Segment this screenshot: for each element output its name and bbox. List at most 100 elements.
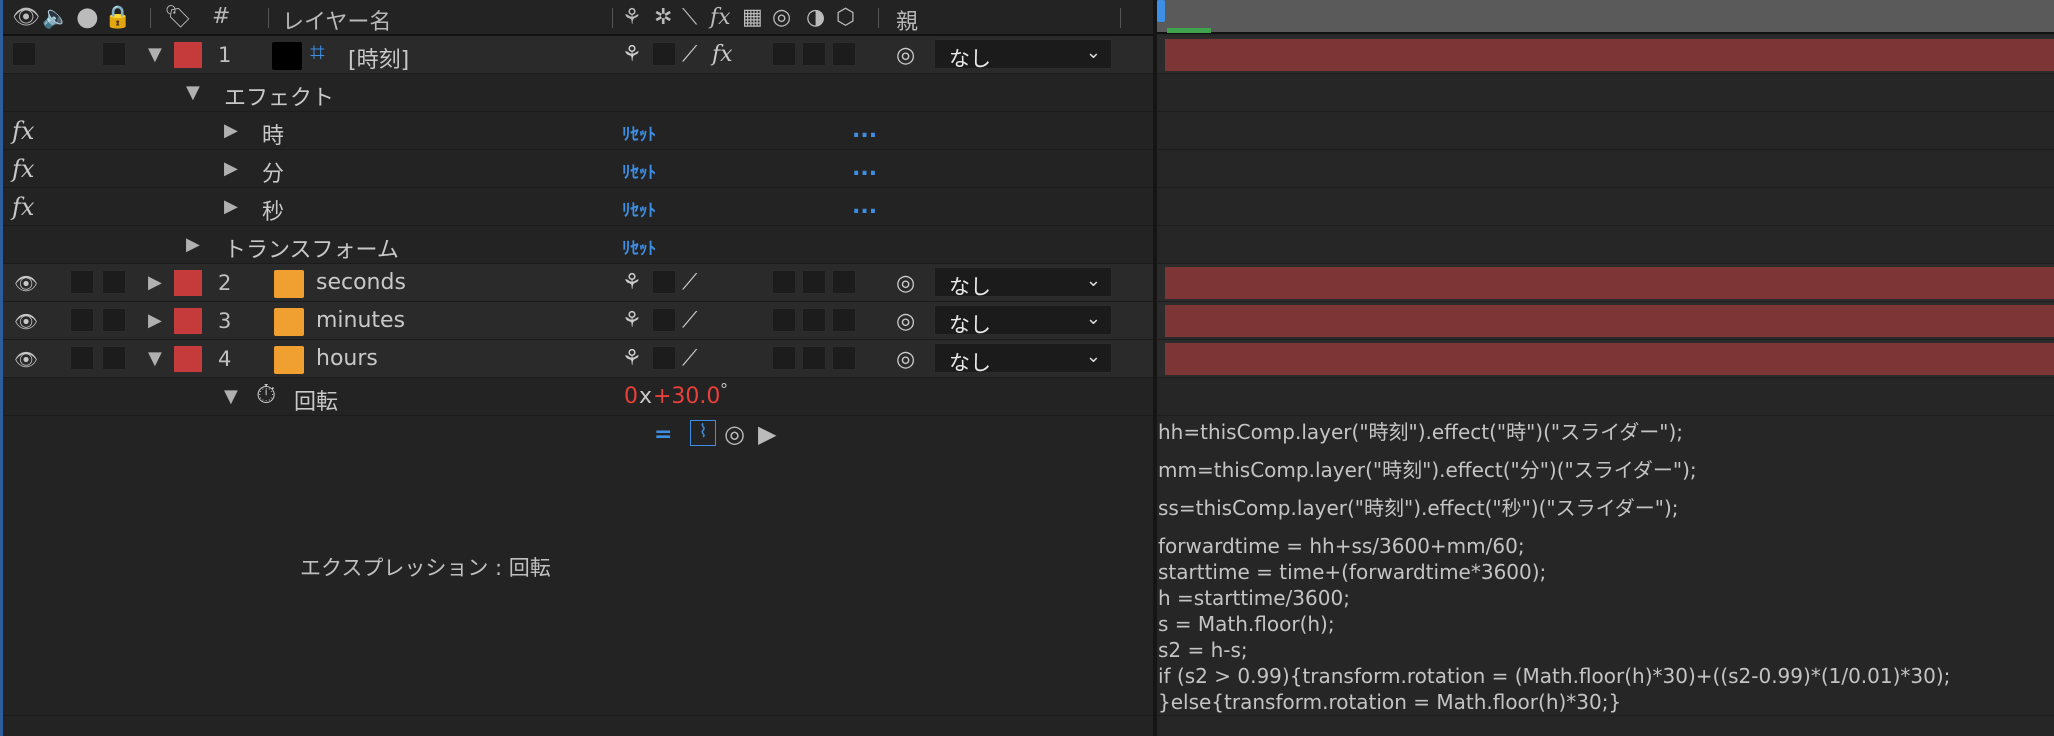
lock-toggle[interactable] [102, 270, 126, 294]
lock-icon[interactable]: 🔒 [104, 5, 131, 30]
pickwhip-icon[interactable]: ◎ [896, 271, 915, 296]
visibility-toggle[interactable] [12, 42, 36, 66]
collapse-switch[interactable] [652, 270, 676, 294]
eye-icon[interactable]: 👁 [12, 5, 40, 30]
3d-switch[interactable] [832, 270, 856, 294]
reset-link[interactable]: ﾘｾｯﾄ [622, 120, 656, 145]
more-link[interactable]: ... [852, 194, 877, 219]
parent-select[interactable]: なし ⌄ [934, 39, 1112, 71]
expression-line[interactable]: }else{transform.rotation = Math.floor(h)… [1158, 689, 1621, 715]
collapse-switch[interactable] [652, 346, 676, 370]
3d-switch[interactable] [832, 346, 856, 370]
reset-link[interactable]: ﾘｾｯﾄ [622, 158, 656, 183]
shy-switch[interactable]: ⚘ [622, 42, 642, 67]
expression-line[interactable]: if (s2 > 0.99){transform.rotation = (Mat… [1158, 663, 1950, 689]
graph-editor-icon[interactable]: ⌇ [690, 420, 716, 446]
layer-row-2[interactable]: 👁 ▶ 2 seconds ⚘ ⟋ ◎ なし ⌄ [0, 264, 1153, 302]
collapse-triangle-icon[interactable]: ▶ [224, 196, 238, 217]
adjustment-layer-icon[interactable]: ◑ [806, 5, 825, 30]
fx-icon[interactable]: fx [710, 5, 731, 30]
layer-bar[interactable] [1165, 267, 2054, 299]
collapse-triangle-icon[interactable]: ▶ [224, 120, 238, 141]
solo-icon[interactable]: ● [76, 2, 99, 32]
expand-triangle-icon[interactable]: ▼ [148, 44, 162, 65]
time-ruler[interactable] [1157, 0, 2054, 34]
audio-icon[interactable]: 🔈 [42, 5, 69, 30]
pickwhip-icon[interactable]: ◎ [896, 309, 915, 334]
solo-toggle[interactable] [70, 346, 94, 370]
layer-name[interactable]: hours [316, 346, 378, 371]
layer-row-1[interactable]: ▼ 1 ⌗ [時刻] ⚘ ⟋ fx ◎ なし ⌄ [0, 36, 1153, 74]
expression-line[interactable]: ss=thisComp.layer("時刻").effect("秒")("スライ… [1158, 495, 1679, 521]
quality-switch[interactable]: ⟋ [682, 42, 697, 67]
expand-triangle-icon[interactable]: ▼ [186, 82, 200, 103]
reset-link[interactable]: ﾘｾｯﾄ [622, 234, 656, 259]
quality-switch[interactable]: ⟋ [682, 270, 697, 295]
expression-line[interactable]: hh=thisComp.layer("時刻").effect("時")("スライ… [1158, 419, 1683, 445]
expression-line[interactable]: h =starttime/3600; [1158, 585, 1350, 611]
motion-blur-switch[interactable] [772, 270, 796, 294]
layer-row-3[interactable]: 👁 ▶ 3 minutes ⚘ ⟋ ◎ なし ⌄ [0, 302, 1153, 340]
effect-row[interactable]: fx ▶ 分 ﾘｾｯﾄ ... [0, 150, 1153, 188]
expand-triangle-icon[interactable]: ▼ [148, 348, 162, 369]
quality-switch[interactable]: ⟋ [682, 308, 697, 333]
fx-icon[interactable]: fx [12, 155, 34, 183]
collapse-triangle-icon[interactable]: ▶ [224, 158, 238, 179]
more-link[interactable]: ... [852, 118, 877, 143]
label-color[interactable] [174, 346, 202, 372]
collapse-triangle-icon[interactable]: ▶ [148, 310, 162, 331]
parent-select[interactable]: なし ⌄ [934, 343, 1112, 375]
quality-switch[interactable]: ⟋ [682, 346, 697, 371]
shy-switch[interactable]: ⚘ [622, 270, 642, 295]
motion-blur-switch[interactable] [772, 308, 796, 332]
label-color[interactable] [174, 42, 202, 68]
label-color[interactable] [174, 270, 202, 296]
eye-icon[interactable]: 👁 [14, 310, 38, 333]
label-tag-icon[interactable]: 🏷 [164, 5, 192, 30]
motion-blur-icon[interactable]: ◎ [772, 5, 791, 30]
solo-toggle[interactable] [70, 308, 94, 332]
label-color[interactable] [174, 308, 202, 334]
motion-blur-frame-icon[interactable]: ▦ [742, 5, 763, 30]
layer-bar[interactable] [1165, 343, 2054, 375]
shy-icon[interactable]: ⚘ [622, 5, 642, 30]
shy-switch[interactable]: ⚘ [622, 308, 642, 333]
parent-select[interactable]: なし ⌄ [934, 305, 1112, 337]
3d-layer-icon[interactable]: ⬡ [836, 5, 855, 30]
pickwhip-icon[interactable]: ◎ [896, 43, 915, 68]
collapse-triangle-icon[interactable]: ▶ [148, 272, 162, 293]
expression-language-menu-icon[interactable]: ▶ [758, 420, 776, 448]
solo-toggle[interactable] [70, 270, 94, 294]
expression-line[interactable]: s2 = h-s; [1158, 637, 1248, 663]
layer-row-4[interactable]: 👁 ▼ 4 hours ⚘ ⟋ ◎ なし ⌄ [0, 340, 1153, 378]
layer-bar[interactable] [1165, 39, 2054, 71]
adjustment-switch[interactable] [802, 308, 826, 332]
motion-blur-switch[interactable] [772, 346, 796, 370]
rotation-turns[interactable]: 0 [624, 384, 638, 409]
layer-name[interactable]: seconds [316, 270, 406, 295]
eye-icon[interactable]: 👁 [14, 348, 38, 371]
expression-enable-icon[interactable]: = [654, 422, 672, 447]
3d-switch[interactable] [832, 308, 856, 332]
transform-row[interactable]: ▶ トランスフォーム ﾘｾｯﾄ [0, 226, 1153, 264]
layer-name[interactable]: [時刻] [348, 42, 409, 74]
rotation-row[interactable]: ▼ ⏱ 回転 0 x +30.0 ° [0, 378, 1153, 416]
collapse-triangle-icon[interactable]: ▶ [186, 234, 200, 255]
header-layer-name[interactable]: レイヤー名 [282, 4, 391, 36]
fx-icon[interactable]: fx [12, 193, 34, 221]
expression-line[interactable]: mm=thisComp.layer("時刻").effect("分")("スライ… [1158, 457, 1697, 483]
adjustment-switch[interactable] [802, 270, 826, 294]
shy-switch[interactable]: ⚘ [622, 346, 642, 371]
work-area-bar[interactable] [1167, 28, 1211, 33]
adjustment-switch[interactable] [802, 346, 826, 370]
expand-triangle-icon[interactable]: ▼ [224, 386, 238, 407]
quality-icon[interactable]: ⟍ [682, 5, 697, 30]
pickwhip-icon[interactable]: ◎ [896, 347, 915, 372]
pickwhip-icon[interactable]: ◎ [724, 420, 745, 448]
collapse-switch[interactable] [652, 42, 676, 66]
expression-line[interactable]: s = Math.floor(h); [1158, 611, 1335, 637]
current-time-indicator[interactable] [1157, 0, 1165, 22]
expression-line[interactable]: starttime = time+(forwardtime*3600); [1158, 559, 1546, 585]
stopwatch-icon[interactable]: ⏱ [256, 380, 276, 411]
parent-select[interactable]: なし ⌄ [934, 267, 1112, 299]
